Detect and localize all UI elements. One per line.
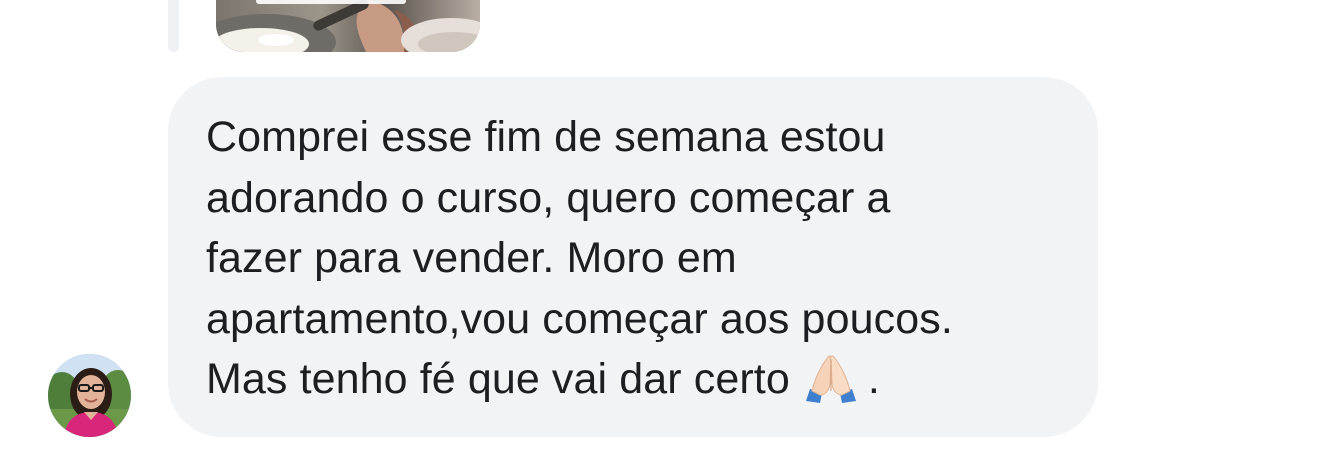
comment-thread: Comprei esse fim de semana estou adorand… [0,0,1320,453]
folded-hands-emoji-icon [800,353,862,403]
comment-bubble[interactable]: Comprei esse fim de semana estou adorand… [168,77,1098,437]
replied-image-thumbnail[interactable] [216,0,480,52]
user-avatar[interactable] [48,354,131,437]
reply-indicator-line [168,0,179,52]
comment-text: Comprei esse fim de semana estou adorand… [206,107,1068,410]
comment-text-trailing: . [867,355,880,403]
